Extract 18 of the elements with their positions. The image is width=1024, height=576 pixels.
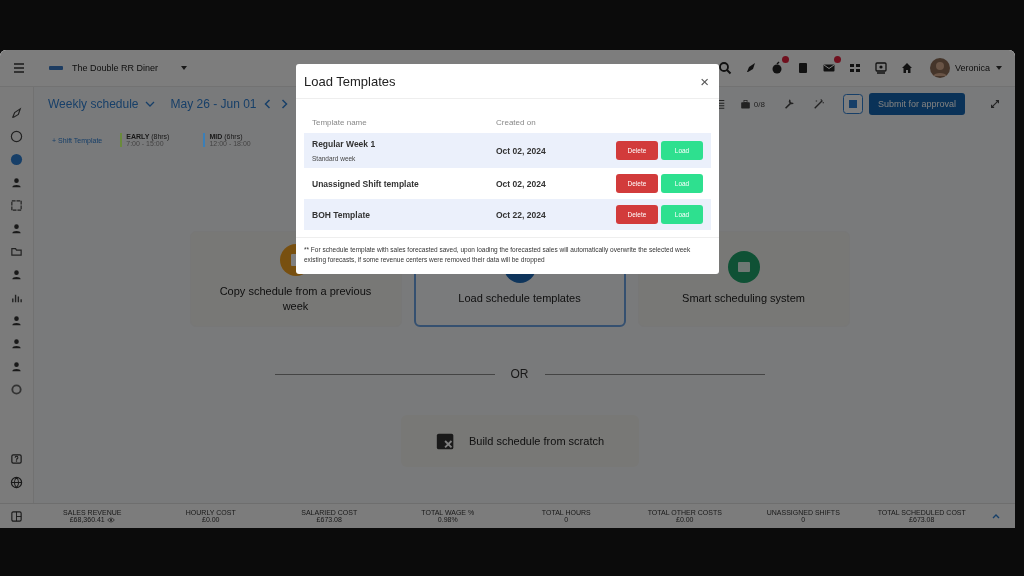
dialog-title: Load Templates [304, 73, 396, 89]
created-date: Oct 02, 2024 [496, 178, 547, 189]
build-from-scratch-card[interactable]: Build schedule from scratch [400, 415, 639, 467]
created-date: Oct 02, 2024 [496, 145, 547, 156]
store-selector[interactable]: The Double RR Diner [48, 63, 188, 73]
column-header: Template name [312, 117, 368, 127]
close-button[interactable]: × [696, 72, 713, 90]
created-date: Oct 22, 2024 [496, 209, 547, 220]
user-menu[interactable]: Veronica [929, 58, 1003, 78]
or-divider-text: OR [510, 367, 529, 381]
view-selector[interactable]: Weekly schedule [48, 97, 139, 111]
column-header: Created on [496, 117, 537, 127]
submit-button[interactable]: Submit for approval [868, 93, 965, 115]
staff-count[interactable]: 0/8 [739, 98, 765, 110]
date-range[interactable]: May 26 - Jun 01 [170, 97, 257, 111]
template-name: BOH Template [312, 209, 371, 220]
template-name: Regular Week 1 [312, 139, 377, 149]
template-name: Unassigned Shift template [312, 178, 420, 189]
